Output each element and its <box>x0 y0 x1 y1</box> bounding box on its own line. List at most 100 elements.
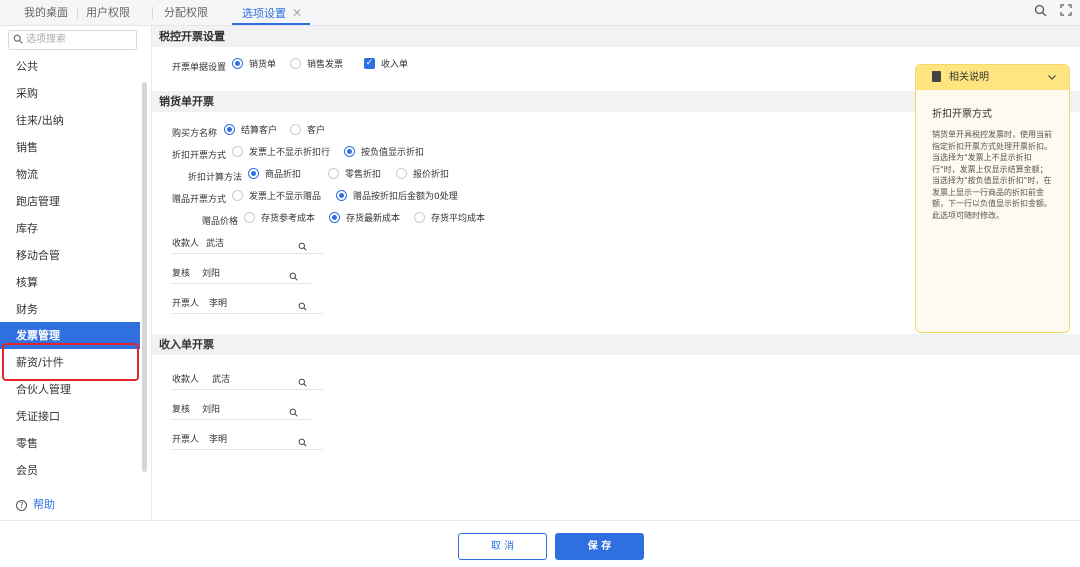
sidebar-item-store-visits[interactable]: 跑店管理 <box>0 188 140 215</box>
search-icon[interactable] <box>298 372 307 391</box>
radio-customer[interactable]: 客户 <box>290 124 325 138</box>
field-label: 开票人 <box>172 435 200 445</box>
option-label: 存货最新成本 <box>346 214 401 224</box>
option-label: 报价折扣 <box>413 170 450 180</box>
sidebar-scrollbar[interactable] <box>142 82 147 472</box>
tab-bar: 我的桌面 用户权限 分配权限 选项设置 ✕ <box>0 0 1080 26</box>
footer-bar: 取 消 保 存 <box>0 520 1080 567</box>
sidebar-item-logistics[interactable]: 物流 <box>0 161 140 188</box>
radio-ref-cost[interactable]: 存货参考成本 <box>244 212 315 226</box>
option-label: 零售折扣 <box>345 170 382 180</box>
field-value: 李明 <box>209 299 228 309</box>
sidebar-item-accounting[interactable]: 核算 <box>0 269 140 296</box>
income-issuer-field[interactable]: 开票人 李明 <box>172 430 323 450</box>
radio-indicator <box>290 58 301 69</box>
gift-mode-label: 赠品开票方式 <box>172 195 227 205</box>
main-content: 税控开票设置 开票单据设置 销货单 销售发票 ✓ 收入单 销货单开票 购买方名称 … <box>152 26 1080 520</box>
radio-quote-discount[interactable]: 报价折扣 <box>396 168 449 182</box>
reviewer-field[interactable]: 复核 刘阳 <box>172 264 313 284</box>
field-label: 开票人 <box>172 299 200 309</box>
radio-retail-discount[interactable]: 零售折扣 <box>328 168 381 182</box>
option-label: 发票上不显示赠品 <box>249 192 322 202</box>
option-search-input[interactable]: 选项搜索 <box>8 30 137 50</box>
option-label: 赠品按折扣后金额为0处理 <box>353 192 458 202</box>
related-info-header[interactable]: 相关说明 <box>916 65 1069 90</box>
tab-divider <box>152 7 153 19</box>
radio-indicator <box>344 146 355 157</box>
sidebar-item-purchase[interactable]: 采购 <box>0 80 140 107</box>
radio-sales-order[interactable]: 销货单 <box>232 58 276 72</box>
radio-sales-invoice[interactable]: 销售发票 <box>290 58 343 72</box>
check-icon: ✓ <box>364 58 375 69</box>
highlight-box <box>2 343 139 381</box>
related-info-title: 相关说明 <box>949 72 989 83</box>
sidebar: 选项搜索 公共 采购 往来/出纳 销售 物流 跑店管理 库存 移动合管 核算 财… <box>0 26 152 520</box>
search-icon[interactable] <box>289 402 298 421</box>
help-link[interactable]: ? 帮助 <box>16 496 55 512</box>
search-icon <box>13 34 23 44</box>
radio-avg-cost[interactable]: 存货平均成本 <box>414 212 485 226</box>
field-value: 武洁 <box>212 375 231 385</box>
radio-indicator <box>414 212 425 223</box>
radio-latest-cost[interactable]: 存货最新成本 <box>329 212 400 226</box>
discount-calc-label: 折扣计算方法 <box>188 173 243 183</box>
search-icon[interactable] <box>289 266 298 285</box>
sidebar-item-inventory[interactable]: 库存 <box>0 215 140 242</box>
option-label: 发票上不显示折扣行 <box>249 148 331 158</box>
radio-product-discount[interactable]: 商品折扣 <box>248 168 301 182</box>
option-label: 结算客户 <box>241 126 278 136</box>
income-reviewer-field[interactable]: 复核 刘阳 <box>172 400 313 420</box>
field-label: 收款人 <box>172 239 200 249</box>
radio-settle-customer[interactable]: 结算客户 <box>224 124 277 138</box>
save-button[interactable]: 保 存 <box>555 533 644 560</box>
checkbox-income[interactable]: ✓ 收入单 <box>364 58 408 72</box>
sidebar-item-mobile[interactable]: 移动合管 <box>0 242 140 269</box>
sidebar-item-cashier[interactable]: 往来/出纳 <box>0 107 140 134</box>
radio-negative-discount[interactable]: 按负值显示折扣 <box>344 146 424 160</box>
radio-indicator <box>329 212 340 223</box>
option-label: 销售发票 <box>307 60 344 70</box>
field-label: 复核 <box>172 269 191 279</box>
related-info-panel: 相关说明 折扣开票方式 销货单开具税控发票时，使用当前指定折扣开票方式处理开票折… <box>915 64 1070 333</box>
radio-no-discount-line[interactable]: 发票上不显示折扣行 <box>232 146 330 160</box>
discount-mode-label: 折扣开票方式 <box>172 151 227 161</box>
tab-assign-permissions[interactable]: 分配权限 <box>164 0 208 26</box>
document-icon <box>932 70 941 82</box>
payee-field[interactable]: 收款人 武洁 <box>172 234 323 254</box>
radio-gift-zero[interactable]: 赠品按折扣后金额为0处理 <box>336 190 458 204</box>
search-icon[interactable] <box>298 432 307 451</box>
sidebar-item-retail[interactable]: 零售 <box>0 430 140 457</box>
section-header-tax: 税控开票设置 <box>152 26 1080 47</box>
field-label: 复核 <box>172 405 191 415</box>
radio-indicator <box>224 124 235 135</box>
chevron-down-icon[interactable] <box>1047 65 1057 100</box>
radio-indicator <box>336 190 347 201</box>
search-icon[interactable] <box>1034 4 1047 20</box>
sidebar-item-sales[interactable]: 销售 <box>0 134 140 161</box>
sidebar-item-voucher[interactable]: 凭证接口 <box>0 403 140 430</box>
search-icon[interactable] <box>298 296 307 315</box>
option-label: 商品折扣 <box>265 170 302 180</box>
option-label: 销货单 <box>249 60 277 70</box>
tab-close-icon[interactable]: ✕ <box>292 6 302 20</box>
option-label: 客户 <box>307 126 326 136</box>
search-icon[interactable] <box>298 236 307 255</box>
field-label: 收款人 <box>172 375 200 385</box>
section-header-income: 收入单开票 <box>152 334 1080 355</box>
radio-indicator <box>396 168 407 179</box>
income-payee-field[interactable]: 收款人 武洁 <box>172 370 323 390</box>
cancel-button[interactable]: 取 消 <box>458 533 547 560</box>
sidebar-item-finance[interactable]: 财务 <box>0 296 140 323</box>
fullscreen-icon[interactable] <box>1060 4 1072 19</box>
radio-hide-gift[interactable]: 发票上不显示赠品 <box>232 190 321 204</box>
doc-setting-label: 开票单据设置 <box>172 63 227 73</box>
tab-my-desktop[interactable]: 我的桌面 <box>24 0 68 26</box>
active-tab-indicator <box>232 23 310 25</box>
tab-option-settings-label: 选项设置 <box>242 7 286 20</box>
tab-user-permissions[interactable]: 用户权限 <box>86 0 130 26</box>
sidebar-item-member[interactable]: 会员 <box>0 457 140 484</box>
tab-divider <box>77 7 78 19</box>
sidebar-item-public[interactable]: 公共 <box>0 53 140 80</box>
field-value: 刘阳 <box>202 405 221 415</box>
issuer-field[interactable]: 开票人 李明 <box>172 294 323 314</box>
